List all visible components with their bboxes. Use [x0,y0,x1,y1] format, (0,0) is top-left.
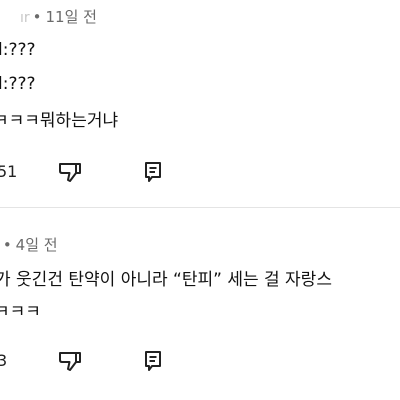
comment-time: 11일 전 [45,8,97,26]
comment-text-line: ㅋㅋㅋ뭐하는거냐 [0,111,119,131]
reply-comment-icon[interactable] [140,159,166,185]
like-count: 51 [0,162,18,181]
comment-meta: 웅•4일 전 [2,236,58,254]
comment-meta: ır • 11일 전 [20,8,97,26]
comment-text-line: l:??? [0,74,36,94]
comment-text-line: l:??? [0,40,36,60]
thumbs-down-icon[interactable] [57,159,83,185]
comment-divider [0,207,400,208]
comment-item: ır • 11일 전 l:??? l:??? ㅋㅋㅋ뭐하는거냐 51 [0,0,400,205]
comment-time: 4일 전 [15,236,58,254]
author-name[interactable]: ır [20,10,30,26]
reply-comment-icon[interactable] [140,348,166,374]
comment-item: 웅•4일 전 가 웃긴건 탄약이 아니라 “탄피” 세는 걸 자랑스 ㅋㅋㅋ 3 [0,214,400,400]
thumbs-down-icon[interactable] [57,348,83,374]
comment-actions: 51 [0,159,400,185]
like-count: 3 [0,351,8,370]
comment-actions: 3 [0,348,400,374]
comment-text-line: 가 웃긴건 탄약이 아니라 “탄피” 세는 걸 자랑스 [0,270,332,290]
comment-text-line: ㅋㅋㅋ [0,302,41,322]
